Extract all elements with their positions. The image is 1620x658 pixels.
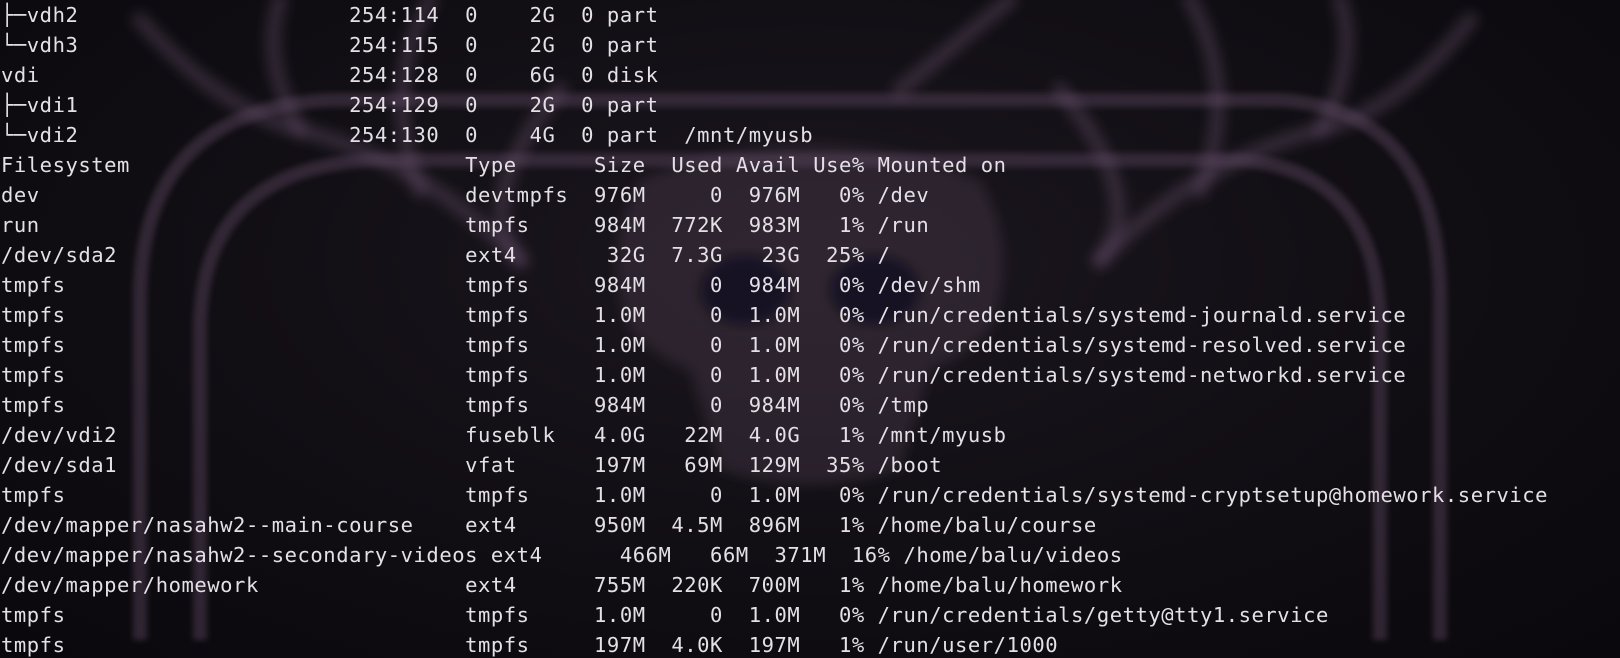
df-output: Filesystem Type Size Used Avail Use% Mou… (1, 150, 1548, 658)
lsblk-line: vdi 254:128 0 6G 0 disk (1, 63, 659, 87)
df-row: tmpfs tmpfs 197M 4.0K 197M 1% /run/user/… (1, 633, 1059, 657)
df-row: /dev/mapper/homework ext4 755M 220K 700M… (1, 573, 1123, 597)
lsblk-line: └─vdi2 254:130 0 4G 0 part /mnt/myusb (1, 123, 814, 147)
terminal-window[interactable]: ├─vdh2 254:114 0 2G 0 part └─vdh3 254:11… (0, 0, 1620, 658)
terminal-output: ├─vdh2 254:114 0 2G 0 part └─vdh3 254:11… (1, 0, 1548, 658)
df-row: tmpfs tmpfs 1.0M 0 1.0M 0% /run/credenti… (1, 333, 1407, 357)
df-row: tmpfs tmpfs 1.0M 0 1.0M 0% /run/credenti… (1, 303, 1407, 327)
df-row: tmpfs tmpfs 1.0M 0 1.0M 0% /run/credenti… (1, 483, 1549, 507)
lsblk-output: ├─vdh2 254:114 0 2G 0 part └─vdh3 254:11… (1, 0, 1548, 150)
df-header: Filesystem Type Size Used Avail Use% Mou… (1, 153, 1007, 177)
df-row: /dev/mapper/nasahw2--main-course ext4 95… (1, 513, 1097, 537)
df-row: tmpfs tmpfs 1.0M 0 1.0M 0% /run/credenti… (1, 603, 1329, 627)
df-row: /dev/mapper/nasahw2--secondary-videos ex… (1, 543, 1123, 567)
df-row: tmpfs tmpfs 1.0M 0 1.0M 0% /run/credenti… (1, 363, 1407, 387)
df-row: /dev/sda2 ext4 32G 7.3G 23G 25% / (1, 243, 891, 267)
lsblk-line: ├─vdi1 254:129 0 2G 0 part (1, 93, 659, 117)
df-row: dev devtmpfs 976M 0 976M 0% /dev (1, 183, 930, 207)
df-row: /dev/sda1 vfat 197M 69M 129M 35% /boot (1, 453, 943, 477)
df-row: /dev/vdi2 fuseblk 4.0G 22M 4.0G 1% /mnt/… (1, 423, 1007, 447)
df-row: tmpfs tmpfs 984M 0 984M 0% /dev/shm (1, 273, 981, 297)
df-row: tmpfs tmpfs 984M 0 984M 0% /tmp (1, 393, 930, 417)
lsblk-line: └─vdh3 254:115 0 2G 0 part (1, 33, 659, 57)
lsblk-line: ├─vdh2 254:114 0 2G 0 part (1, 3, 659, 27)
df-row: run tmpfs 984M 772K 983M 1% /run (1, 213, 930, 237)
